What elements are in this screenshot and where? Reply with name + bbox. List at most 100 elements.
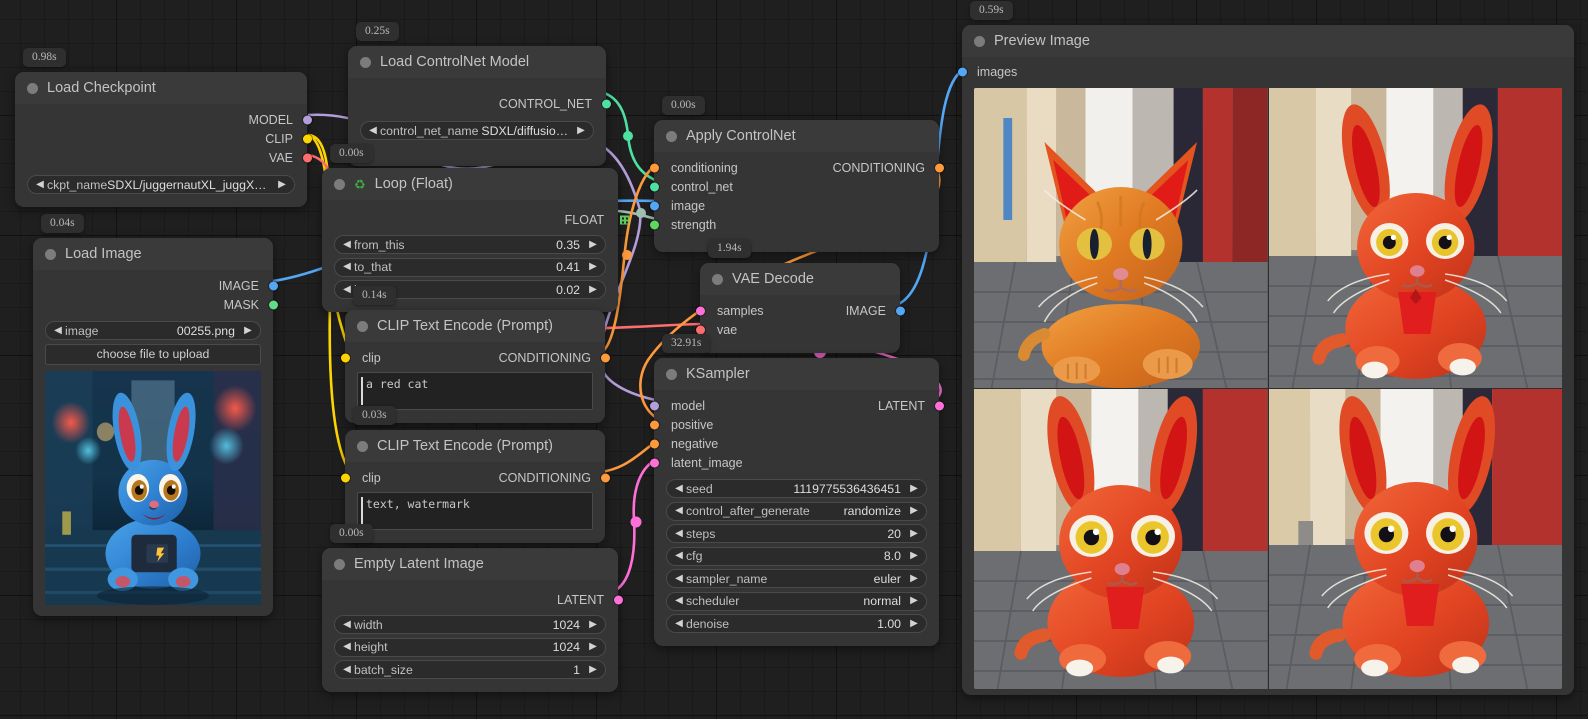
input-slot-positive[interactable]: positive [654, 415, 939, 434]
slot-dot-model[interactable] [303, 115, 312, 124]
slot-dot-clip[interactable] [341, 353, 350, 362]
chevron-left-icon[interactable]: ◀ [673, 619, 685, 629]
gallery-item-red-rabbit-bowtie[interactable] [1269, 88, 1563, 388]
chevron-left-icon[interactable]: ◀ [52, 326, 64, 336]
chevron-left-icon[interactable]: ◀ [341, 262, 353, 272]
node-load-image[interactable]: 0.04s Load Image IMAGE MASK ◀ image 0025… [33, 238, 273, 616]
chevron-right-icon[interactable]: ▶ [908, 574, 920, 584]
node-title-bar[interactable]: Load Checkpoint [15, 72, 307, 104]
chevron-left-icon[interactable]: ◀ [673, 529, 685, 539]
node-load-controlnet-model[interactable]: 0.25s Load ControlNet Model CONTROL_NET … [348, 46, 606, 166]
slot-dot-images[interactable] [958, 67, 967, 76]
input-slot-negative[interactable]: negative [654, 434, 939, 453]
widget-scheduler[interactable]: ◀ scheduler normal ▶ [666, 592, 927, 611]
slot-dot-conditioning[interactable] [601, 473, 610, 482]
input-slot-strength[interactable]: strength [654, 215, 939, 234]
prompt-textarea[interactable]: text, watermark [357, 492, 593, 530]
widget-batch-size[interactable]: ◀ batch_size 1 ▶ [334, 660, 606, 679]
chevron-right-icon[interactable]: ▶ [276, 180, 288, 190]
node-clip-text-encode-negative[interactable]: 0.03s CLIP Text Encode (Prompt) clip CON… [345, 430, 605, 543]
slot-dot-strength[interactable] [650, 220, 659, 229]
node-apply-controlnet[interactable]: 0.00s Apply ControlNet conditioning COND… [654, 120, 939, 252]
chevron-right-icon[interactable]: ▶ [908, 506, 920, 516]
input-slot-latent-image[interactable]: latent_image [654, 453, 939, 472]
node-preview-image[interactable]: 0.59s Preview Image images [962, 25, 1574, 695]
widget-from-this[interactable]: ◀ from_this 0.35 ▶ [334, 235, 606, 254]
output-slot-control-net[interactable]: CONTROL_NET [348, 94, 606, 113]
chevron-left-icon[interactable]: ◀ [341, 642, 353, 652]
chevron-right-icon[interactable]: ▶ [587, 240, 599, 250]
input-slot-images[interactable]: images [962, 62, 1574, 81]
chevron-right-icon[interactable]: ▶ [242, 326, 254, 336]
gallery-item-red-rabbit-yellow-eyes[interactable] [974, 389, 1268, 689]
node-title-bar[interactable]: CLIP Text Encode (Prompt) [345, 310, 605, 342]
collapse-dot-icon[interactable] [357, 321, 368, 332]
node-title-bar[interactable]: CLIP Text Encode (Prompt) [345, 430, 605, 462]
slot-dot-clip[interactable] [341, 473, 350, 482]
chevron-left-icon[interactable]: ◀ [673, 506, 685, 516]
collapse-dot-icon[interactable] [45, 249, 56, 260]
chevron-right-icon[interactable]: ▶ [587, 262, 599, 272]
chevron-left-icon[interactable]: ◀ [367, 126, 379, 136]
chevron-right-icon[interactable]: ▶ [587, 665, 599, 675]
choose-file-to-upload-button[interactable]: choose file to upload [45, 344, 261, 365]
collapse-dot-icon[interactable] [357, 441, 368, 452]
slot-dot-conditioning-out[interactable] [935, 163, 944, 172]
slot-dot-latent-image[interactable] [650, 458, 659, 467]
widget-sampler-name[interactable]: ◀ sampler_name euler ▶ [666, 569, 927, 588]
node-title-bar[interactable]: Preview Image [962, 25, 1574, 57]
input-slot-control-net[interactable]: control_net [654, 177, 939, 196]
slot-dot-positive[interactable] [650, 420, 659, 429]
node-ksampler[interactable]: 32.91s KSampler model LATENT positive ne… [654, 358, 939, 646]
chevron-left-icon[interactable]: ◀ [673, 551, 685, 561]
slot-dot-control-net[interactable] [650, 182, 659, 191]
widget-control-after-generate[interactable]: ◀ control_after_generate randomize ▶ [666, 502, 927, 521]
input-slot-model[interactable]: model LATENT [654, 396, 939, 415]
output-slot-mask[interactable]: MASK [33, 295, 273, 314]
gallery-item-red-rabbit-sitting[interactable] [1269, 389, 1563, 689]
widget-steps[interactable]: ◀ steps 20 ▶ [666, 524, 927, 543]
node-title-bar[interactable]: Empty Latent Image [322, 548, 618, 580]
output-slot-model[interactable]: MODEL [15, 110, 307, 129]
widget-width[interactable]: ◀ width 1024 ▶ [334, 615, 606, 634]
input-slot-vae[interactable]: vae [700, 320, 900, 339]
slot-dot-samples[interactable] [696, 306, 705, 315]
collapse-dot-icon[interactable] [712, 274, 723, 285]
slot-dot-image-out[interactable] [896, 306, 905, 315]
widget-ckpt-name[interactable]: ◀ ckpt_name SDXL/juggernautXL_juggXl… ▶ [27, 175, 295, 194]
chevron-left-icon[interactable]: ◀ [341, 665, 353, 675]
slot-dot-latent[interactable] [614, 595, 623, 604]
collapse-dot-icon[interactable] [360, 57, 371, 68]
slot-dot-vae[interactable] [696, 325, 705, 334]
gallery-item-orange-cat[interactable] [974, 88, 1268, 388]
slot-dot-model[interactable] [650, 401, 659, 410]
input-slot-conditioning[interactable]: conditioning CONDITIONING [654, 158, 939, 177]
collapse-dot-icon[interactable] [974, 36, 985, 47]
node-load-checkpoint[interactable]: 0.98s Load Checkpoint MODEL CLIP VAE ◀ c… [15, 72, 307, 207]
node-empty-latent-image[interactable]: 0.00s Empty Latent Image LATENT ◀ width … [322, 548, 618, 692]
chevron-right-icon[interactable]: ▶ [908, 619, 920, 629]
chevron-right-icon[interactable]: ▶ [575, 126, 587, 136]
slot-dot-image[interactable] [650, 201, 659, 210]
chevron-right-icon[interactable]: ▶ [908, 529, 920, 539]
chevron-left-icon[interactable]: ◀ [673, 596, 685, 606]
collapse-dot-icon[interactable] [666, 369, 677, 380]
collapse-dot-icon[interactable] [666, 131, 677, 142]
output-slot-image[interactable]: IMAGE [33, 276, 273, 295]
widget-image[interactable]: ◀ image 00255.png ▶ [45, 321, 261, 340]
prompt-textarea[interactable]: a red cat [357, 372, 593, 410]
slot-dot-image[interactable] [269, 281, 278, 290]
node-title-bar[interactable]: Apply ControlNet [654, 120, 939, 152]
image-gallery[interactable] [974, 88, 1562, 689]
collapse-dot-icon[interactable] [334, 179, 345, 190]
chevron-right-icon[interactable]: ▶ [908, 484, 920, 494]
chevron-left-icon[interactable]: ◀ [341, 620, 353, 630]
widget-denoise[interactable]: ◀ denoise 1.00 ▶ [666, 614, 927, 633]
output-slot-clip[interactable]: CLIP [15, 129, 307, 148]
collapse-dot-icon[interactable] [334, 559, 345, 570]
widget-control-net-name[interactable]: ◀ control_net_name SDXL/diffusio… ▶ [360, 121, 594, 140]
chevron-left-icon[interactable]: ◀ [673, 574, 685, 584]
widget-height[interactable]: ◀ height 1024 ▶ [334, 638, 606, 657]
grid-dots-icon[interactable] [620, 215, 629, 224]
slot-dot-conditioning-in[interactable] [650, 163, 659, 172]
